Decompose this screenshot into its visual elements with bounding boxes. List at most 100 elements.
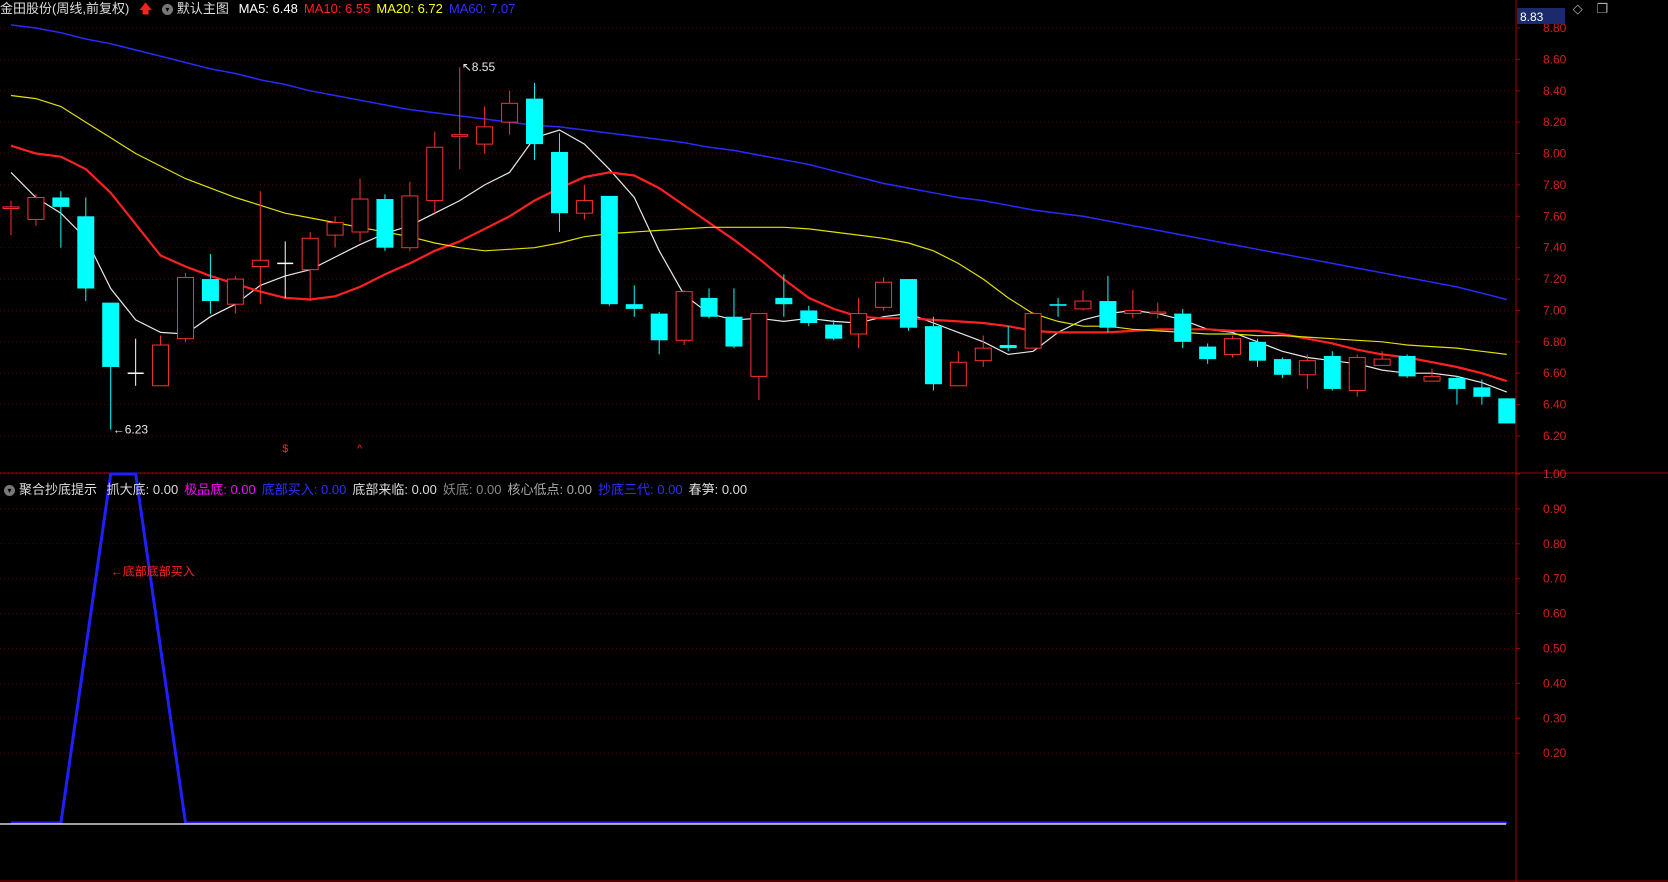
ma-legend-0: MA5: [238, 1, 266, 16]
candle-body: [800, 310, 818, 324]
window-restore-icon[interactable]: ❐: [1596, 1, 1608, 16]
y-tick-label: 8.60: [1543, 52, 1567, 66]
price-annotation-value: 8.55: [472, 60, 496, 74]
candle-body: [226, 278, 244, 305]
current-price-label: 8.83: [1520, 10, 1544, 24]
y-tick-label: 0.80: [1543, 537, 1567, 551]
y-tick-label: 6.80: [1543, 335, 1567, 349]
indicator-legend-0: 抓大底: [106, 482, 146, 497]
candle-body: [1199, 346, 1217, 360]
candle-body: [1398, 355, 1416, 377]
candle-body: [600, 195, 618, 305]
candle-body: [351, 198, 369, 233]
candle-body: [526, 98, 544, 145]
candle-body: [1024, 313, 1042, 349]
indicator-legend-5: 核心低点: [507, 482, 560, 497]
candle-body: [2, 206, 20, 209]
candle-body: [1423, 375, 1441, 382]
y-tick-label: 7.40: [1543, 241, 1567, 255]
y-tick-label: 8.00: [1543, 147, 1567, 161]
candle-body: [201, 279, 219, 302]
candle-body: [177, 277, 195, 340]
candle-body: [750, 313, 768, 377]
candle-body: [1348, 357, 1366, 391]
candle-body: [251, 259, 269, 268]
indicator-legend-2: 底部买入: [261, 482, 314, 497]
candle-body: [102, 302, 120, 367]
ma-legend-value-1: : 6.55: [337, 1, 371, 16]
indicator-legend-value-3: : 0.00: [404, 482, 437, 497]
candle-body: [1298, 360, 1316, 376]
candle-body: [1498, 398, 1516, 424]
y-tick-label: 0.50: [1543, 642, 1567, 656]
candle-body: [625, 304, 643, 309]
candle-body: [825, 324, 843, 339]
candle-body: [476, 126, 494, 145]
signal-marker: $: [282, 443, 288, 455]
candle-body: [675, 291, 693, 341]
chevron-down-icon[interactable]: ▾: [161, 4, 173, 16]
candle-body: [899, 279, 917, 328]
candle-body: [1174, 313, 1192, 342]
indicator-legend-value-6: : 0.00: [650, 482, 683, 497]
candle-body: [501, 102, 519, 123]
y-tick-label: 8.20: [1543, 115, 1567, 129]
candle-body: [974, 347, 992, 362]
template-label[interactable]: 默认主图: [177, 1, 229, 16]
y-tick-label: 7.00: [1543, 303, 1567, 317]
candle-body: [1124, 309, 1142, 315]
candle-body: [426, 146, 444, 202]
y-tick-label: 6.40: [1543, 398, 1567, 412]
candle-body: [376, 199, 394, 248]
candle-body: [725, 316, 743, 347]
indicator-legend-value-5: : 0.00: [559, 482, 593, 497]
candle-body: [1473, 387, 1491, 397]
candle-body: [1273, 359, 1291, 375]
indicator-legend-value-7: : 0.00: [714, 482, 748, 497]
indicator-legend-value-2: : 0.00: [313, 482, 347, 497]
candle-body: [27, 196, 45, 220]
indicator-line: [11, 472, 1507, 825]
y-tick-label: 7.60: [1543, 209, 1567, 223]
candle-body: [1049, 304, 1067, 306]
candle-body: [1373, 358, 1391, 366]
candle-body: [949, 361, 967, 387]
ma-legend-value-2: : 6.72: [410, 1, 443, 16]
indicator-name[interactable]: 聚合抄底提示: [19, 482, 97, 497]
price-annotation: ←6.23: [113, 423, 149, 437]
indicator-legend-value-1: : 0.00: [223, 482, 256, 497]
price-annotation: ↖8.55: [462, 60, 496, 74]
candle-body: [301, 237, 319, 271]
candle-body: [550, 151, 568, 214]
y-tick-label: 0.20: [1543, 746, 1567, 760]
y-tick-label: 1.00: [1543, 467, 1567, 481]
y-tick-label: 0.60: [1543, 607, 1567, 621]
arrow-up-icon: 🡅: [138, 1, 153, 16]
price-annotation-value: 6.23: [125, 423, 149, 437]
top-toolbar: ◇ ❐: [1563, 1, 1608, 17]
candle-body: [326, 222, 344, 236]
indicator-legend-7: 春笋: [688, 482, 715, 497]
candle-body: [1448, 377, 1466, 389]
candle-body: [1099, 301, 1117, 328]
indicator-legend-value-0: : 0.00: [145, 482, 179, 497]
indicator-legend-4: 妖底: [442, 482, 469, 497]
signal-marker: ^: [357, 443, 363, 455]
stock-name[interactable]: 金田股份: [0, 1, 52, 16]
candle-body: [1224, 338, 1242, 355]
candle-body: [700, 297, 718, 317]
y-tick-label: 0.70: [1543, 572, 1567, 586]
diamond-icon[interactable]: ◇: [1573, 1, 1583, 16]
indicator-annotation: ←底部底部买入: [111, 564, 195, 579]
y-tick-label: 0.30: [1543, 711, 1567, 725]
candle-body: [1249, 341, 1266, 361]
chevron-down-icon[interactable]: ▾: [4, 485, 15, 497]
stock-chart[interactable]: 8.808.608.408.208.007.807.607.407.207.00…: [0, 0, 1668, 882]
period-label: (周线,前复权): [52, 1, 130, 16]
candle-body: [650, 313, 668, 341]
candle-body: [1149, 311, 1167, 315]
main-chart-header: 金田股份(周线,前复权) 🡅 ▾ 默认主图 MA5: 6.48 MA10: 6.55…: [0, 0, 527, 18]
y-tick-label: 8.40: [1543, 84, 1567, 98]
ma-legend-value-0: : 6.48: [265, 1, 298, 16]
ma-legend-value-3: : 7.07: [482, 1, 516, 16]
